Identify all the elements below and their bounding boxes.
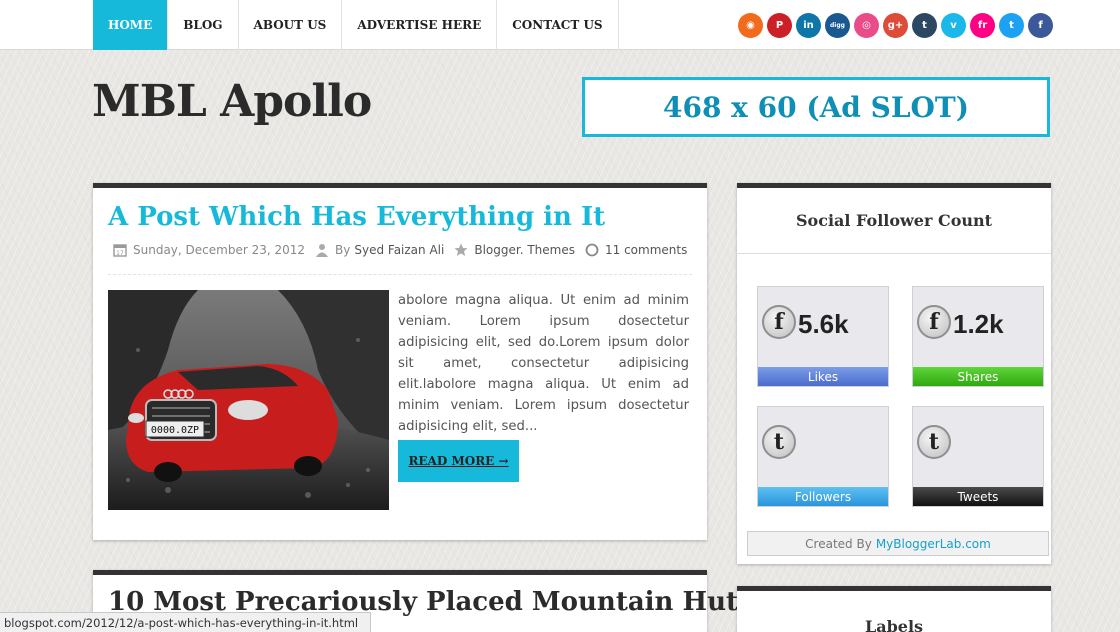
comment-icon — [585, 243, 599, 257]
created-by-label: Created By — [805, 536, 872, 551]
digg-icon[interactable]: digg — [825, 13, 850, 38]
user-icon — [316, 244, 329, 257]
tweets-label: Tweets — [913, 487, 1043, 506]
social-follower-widget: Social Follower Count f 5.6k Likes f 1.2… — [737, 183, 1051, 564]
post-title-link[interactable]: A Post Which Has Everything in It — [108, 202, 605, 232]
star-icon — [454, 243, 468, 256]
site-title[interactable]: MBL Apollo — [92, 76, 372, 127]
post-thumbnail-car[interactable]: 0000.0ZP — [108, 290, 389, 510]
read-more-button[interactable]: READ MORE → — [398, 440, 519, 482]
nav-item-home[interactable]: HOME — [93, 0, 169, 50]
post-card: A Post Which Has Everything in It 17 Sun… — [93, 183, 707, 540]
created-by-credit: Created By MyBloggerLab.com — [747, 531, 1049, 556]
vimeo-icon[interactable]: v — [941, 13, 966, 38]
twitter-icon: t — [917, 425, 951, 459]
twitter-icon: t — [762, 425, 796, 459]
post-meta: 17 Sunday, December 23, 2012 By Syed Fai… — [113, 243, 687, 257]
nav-item-blog[interactable]: BLOG — [168, 0, 239, 50]
ad-slot-banner[interactable]: 468 x 60 (Ad SLOT) — [582, 77, 1050, 137]
pinterest-icon[interactable]: P — [767, 13, 792, 38]
nav-item-advertise-here[interactable]: ADVERTISE HERE — [342, 0, 498, 50]
flickr-icon[interactable]: fr — [970, 13, 995, 38]
rss-icon[interactable]: ◉ — [738, 13, 763, 38]
likes-count: 5.6k — [798, 309, 849, 339]
likes-label: Likes — [758, 367, 888, 386]
post-labels-link[interactable]: Blogger. Themes — [474, 243, 575, 257]
shares-count: 1.2k — [953, 309, 1004, 339]
post-comments-link[interactable]: 11 comments — [605, 243, 687, 257]
post-divider — [108, 274, 692, 275]
social-icon-bar: ◉ Pin digg ◎ g+ t v fr t f — [738, 13, 1053, 38]
nav-item-contact-us[interactable]: CONTACT US — [497, 0, 619, 50]
google-plus-icon[interactable]: g+ — [883, 13, 908, 38]
mybloggerlab-link[interactable]: MyBloggerLab.com — [876, 537, 991, 551]
labels-widget: Labels — [737, 586, 1051, 632]
nav-item-about-us[interactable]: ABOUT US — [239, 0, 343, 50]
license-plate-text: 0000.0ZP — [151, 425, 199, 436]
dribbble-icon[interactable]: ◎ — [854, 13, 879, 38]
twitter-tweets-tile[interactable]: t Tweets — [912, 406, 1044, 507]
shares-label: Shares — [913, 367, 1043, 386]
widget-title: Social Follower Count — [737, 188, 1051, 254]
red-car-photo: 0000.0ZP — [108, 290, 389, 510]
calendar-icon: 17 — [113, 244, 127, 257]
svg-text:17: 17 — [116, 250, 124, 257]
status-bar-url: blogspot.com/2012/12/a-post-which-has-ev… — [0, 612, 372, 632]
labels-widget-title: Labels — [864, 617, 924, 632]
facebook-likes-tile[interactable]: f 5.6k Likes — [757, 286, 889, 387]
facebook-icon: f — [917, 305, 951, 339]
facebook-icon: f — [762, 305, 796, 339]
followers-label: Followers — [758, 487, 888, 506]
twitter-followers-tile[interactable]: t Followers — [757, 406, 889, 507]
post-by-label: By — [335, 243, 351, 257]
twitter-icon[interactable]: t — [999, 13, 1024, 38]
post-excerpt: abolore magna aliqua. Ut enim ad minim v… — [398, 293, 689, 434]
post-date: Sunday, December 23, 2012 — [133, 243, 306, 257]
post-author-link[interactable]: Syed Faizan Ali — [354, 243, 444, 257]
facebook-icon[interactable]: f — [1028, 13, 1053, 38]
tumblr-icon[interactable]: t — [912, 13, 937, 38]
linkedin-icon[interactable]: in — [796, 13, 821, 38]
top-navbar: HOME BLOG ABOUT US ADVERTISE HERE CONTAC… — [0, 0, 1120, 50]
main-nav: HOME BLOG ABOUT US ADVERTISE HERE CONTAC… — [93, 0, 619, 50]
facebook-shares-tile[interactable]: f 1.2k Shares — [912, 286, 1044, 387]
